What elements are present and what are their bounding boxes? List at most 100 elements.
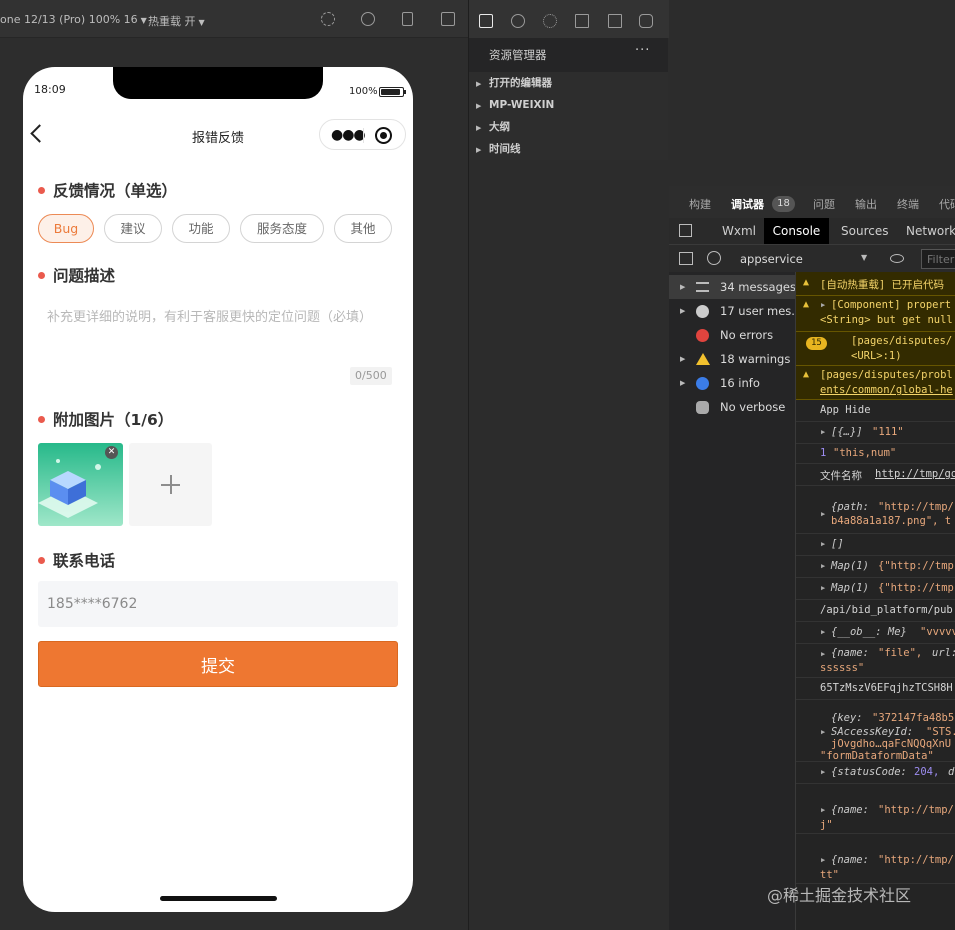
- phone-notch: [113, 67, 323, 99]
- record-icon[interactable]: [361, 12, 375, 26]
- capsule-divider: [363, 128, 364, 143]
- explorer-item-timeline[interactable]: ▶ 时间线: [469, 138, 668, 160]
- tab-wxml[interactable]: Wxml: [722, 224, 756, 238]
- explorer-title: 资源管理器: [489, 48, 547, 62]
- log-row[interactable]: {key: "372147fa48b5 ▶ SAccessKeyId: "STS. jOv…: [796, 700, 955, 762]
- tab-debugger[interactable]: 调试器: [731, 196, 764, 212]
- sidebar-item-errors[interactable]: No errors: [669, 323, 795, 347]
- storage-icon[interactable]: [608, 14, 622, 28]
- log-row[interactable]: ▶ {statusCode: 204, d: [796, 762, 955, 784]
- explorer-item-mp-weixin[interactable]: ▶ MP-WEIXIN: [469, 94, 668, 116]
- close-mini-program-icon[interactable]: [375, 127, 392, 144]
- section-title-feedback-type: 反馈情况（单选）: [38, 179, 177, 201]
- tab-build[interactable]: 构建: [689, 196, 711, 212]
- log-row-warning[interactable]: ▲ [自动热重载] 已开启代码: [796, 272, 955, 296]
- description-textarea[interactable]: 补充更详细的说明，有利于客服更快的定位问题（必填）: [47, 309, 377, 327]
- log-row-warning[interactable]: 15 [pages/disputes/<URL>:1): [796, 332, 955, 366]
- phone-screen: 18:09 100% 报错反馈 ●●● 反馈情况（单选） Bug 建议 功能 服…: [23, 67, 413, 912]
- chip-service-attitude[interactable]: 服务态度: [240, 214, 324, 243]
- tab-terminal[interactable]: 终端: [897, 196, 919, 212]
- section-title-description: 问题描述: [38, 264, 115, 286]
- section-dot: [38, 415, 45, 423]
- tab-code[interactable]: 代码: [939, 196, 955, 212]
- devtools-panel-tabs: Wxml Console Sources Network: [669, 218, 955, 244]
- tab-output[interactable]: 输出: [855, 196, 877, 212]
- window-icon[interactable]: [441, 12, 455, 26]
- remove-image-icon[interactable]: ✕: [105, 446, 118, 459]
- files-icon[interactable]: [479, 14, 493, 28]
- log-row[interactable]: ▶ Map(1) {"http://tmp: [796, 556, 955, 578]
- source-control-icon[interactable]: [543, 14, 557, 28]
- sidebar-item-messages[interactable]: ▶ 34 messages: [669, 275, 796, 299]
- filter-input[interactable]: [921, 249, 955, 269]
- sidebar-item-info[interactable]: ▶ 16 info: [669, 371, 795, 395]
- inspect-icon[interactable]: [679, 224, 692, 237]
- plus-icon: [170, 475, 172, 494]
- more-icon[interactable]: ●●●: [331, 128, 366, 142]
- search-icon[interactable]: [511, 14, 525, 28]
- sidebar-item-verbose[interactable]: No verbose: [669, 395, 795, 419]
- submit-button[interactable]: 提交: [38, 641, 398, 687]
- extensions-icon[interactable]: [575, 14, 589, 28]
- eye-icon[interactable]: [890, 254, 904, 263]
- more-actions-icon[interactable]: ···: [635, 43, 650, 58]
- log-row[interactable]: ▶ {name: "file", url: ssssss": [796, 644, 955, 678]
- section-dot: [38, 556, 45, 564]
- warning-icon: ▲: [803, 299, 810, 310]
- section-title-phone: 联系电话: [38, 549, 115, 571]
- log-row[interactable]: ▶ Map(1) {"http://tmp: [796, 578, 955, 600]
- sidebar-item-warnings[interactable]: ▶ 18 warnings: [669, 347, 795, 371]
- sidebar-item-user-messages[interactable]: ▶ 17 user mes...: [669, 299, 802, 323]
- chip-suggestion[interactable]: 建议: [104, 214, 162, 243]
- section-dot: [38, 186, 45, 194]
- clear-console-icon[interactable]: [707, 251, 721, 265]
- tab-console[interactable]: Console: [764, 218, 829, 244]
- debugger-count-badge: 18: [772, 196, 795, 212]
- bug-icon: [696, 401, 709, 414]
- explorer-item-outline[interactable]: ▶ 大纲: [469, 116, 668, 138]
- refresh-icon[interactable]: [321, 12, 335, 26]
- phone-number-input[interactable]: [38, 581, 398, 627]
- feedback-type-chips: Bug 建议 功能 服务态度 其他: [38, 214, 402, 243]
- hot-reload-toggle[interactable]: 热重载 开 ▼: [148, 13, 205, 29]
- log-row[interactable]: /api/bid_platform/pub: [796, 600, 955, 622]
- watermark: @稀土掘金技术社区: [767, 886, 912, 905]
- device-selector[interactable]: one 12/13 (Pro) 100% 16 ▼: [0, 13, 147, 26]
- chip-other[interactable]: 其他: [334, 214, 392, 243]
- console-log-area: ▲ [自动热重载] 已开启代码 ▲ ▶ [Component] propert <Str…: [795, 272, 955, 930]
- chip-bug[interactable]: Bug: [38, 214, 94, 243]
- log-row[interactable]: 文件名称 http://tmp/go: [796, 464, 955, 486]
- log-row[interactable]: ▶ {name: "http://tmp/tt": [796, 834, 955, 884]
- sidebar-toggle-icon[interactable]: [679, 252, 693, 265]
- warning-icon: ▲: [803, 369, 810, 380]
- add-image-button[interactable]: [129, 443, 212, 526]
- mini-program-capsule: ●●●: [319, 119, 406, 150]
- log-row[interactable]: ▶[]: [796, 534, 955, 556]
- explorer-item-open-editors[interactable]: ▶ 打开的编辑器: [469, 72, 668, 94]
- chevron-right-icon: ▶: [476, 124, 482, 132]
- repeat-count-badge: 15: [806, 337, 827, 350]
- log-row[interactable]: ▶ {name: "http://tmp/j": [796, 784, 955, 834]
- list-icon: [696, 282, 709, 292]
- log-row[interactable]: ▶ {path: "http://tmp/b4a88a1a187.png", t: [796, 486, 955, 534]
- simulator-panel: one 12/13 (Pro) 100% 16 ▼ 热重载 开 ▼ 18:09 10…: [0, 0, 468, 930]
- log-row[interactable]: 65TzMszV6EFqjhzTCSH8H: [796, 678, 955, 700]
- battery-icon: [379, 87, 406, 97]
- log-row[interactable]: 1 "this,num": [796, 444, 955, 464]
- phone-icon[interactable]: [402, 12, 413, 26]
- log-row[interactable]: App Hide: [796, 400, 955, 422]
- context-selector[interactable]: appservice: [740, 252, 803, 266]
- docker-icon[interactable]: [639, 14, 653, 28]
- chip-feature[interactable]: 功能: [172, 214, 230, 243]
- log-row[interactable]: ▶ [{…}] "111": [796, 422, 955, 444]
- chevron-right-icon: ▶: [476, 102, 482, 110]
- log-row-warning[interactable]: ▲ [pages/disputes/probl ents/common/global…: [796, 366, 955, 400]
- tab-network[interactable]: Network: [906, 224, 955, 238]
- error-icon: [696, 329, 709, 342]
- tab-problems[interactable]: 问题: [813, 196, 835, 212]
- chevron-down-icon[interactable]: ▼: [861, 253, 867, 262]
- activity-bar: [469, 0, 669, 38]
- log-row-warning[interactable]: ▲ ▶ [Component] propert <String> but get nu…: [796, 296, 955, 332]
- tab-sources[interactable]: Sources: [841, 224, 888, 238]
- log-row[interactable]: ▶ {__ob__: Me} "vvvvv: [796, 622, 955, 644]
